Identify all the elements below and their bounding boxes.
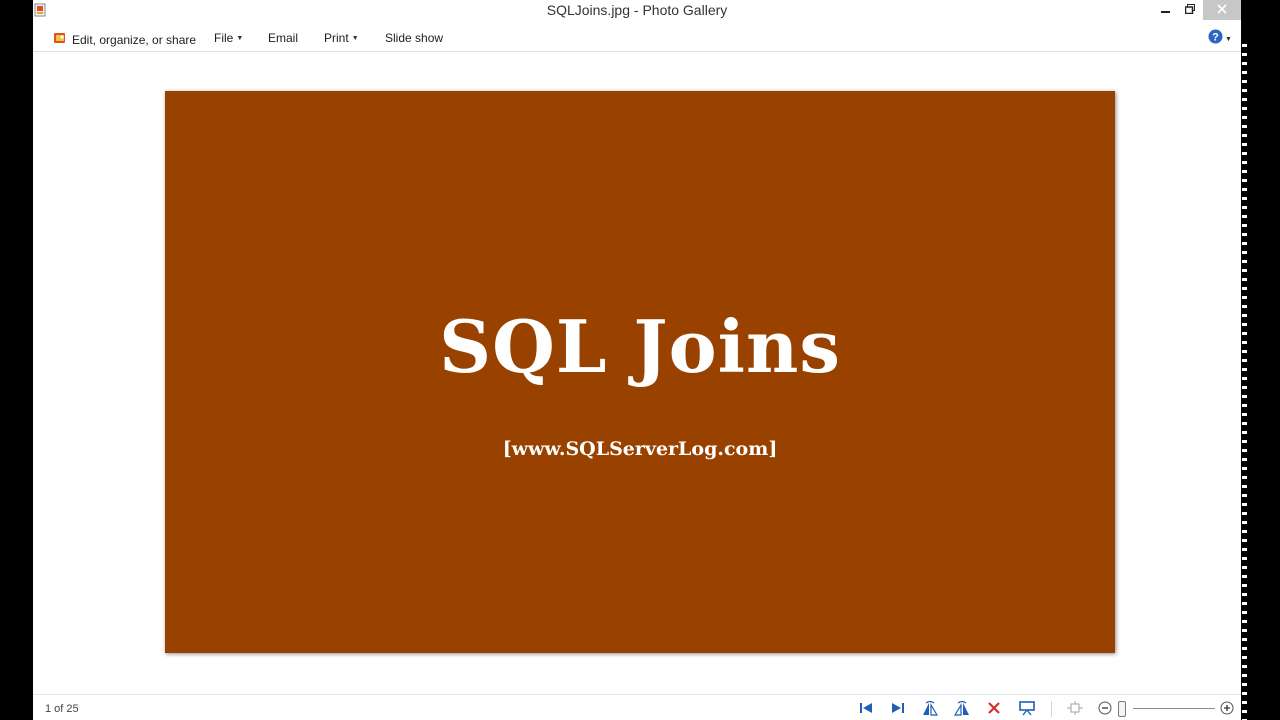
photo-gallery-window: SQLJoins.jpg - Photo Gallery Edit, organ… [33, 0, 1241, 720]
photo-position-counter: 1 of 25 [45, 703, 79, 715]
rotate-left-icon[interactable] [921, 699, 939, 717]
zoom-in-icon[interactable] [1218, 699, 1236, 717]
restore-button[interactable] [1179, 0, 1201, 20]
menu-bar: Edit, organize, or share File ▼ Email Pr… [33, 24, 1241, 52]
restore-icon [1184, 1, 1195, 19]
caret-down-icon: ▼ [351, 34, 359, 42]
caret-down-icon: ▼ [1225, 35, 1232, 43]
separator [1051, 701, 1052, 717]
actual-size-icon[interactable] [1066, 699, 1084, 717]
menu-edit-organize-share[interactable]: Edit, organize, or share [53, 31, 196, 48]
close-icon [1217, 1, 1227, 19]
screen: SQLJoins.jpg - Photo Gallery Edit, organ… [0, 0, 1280, 720]
minimize-icon [1161, 1, 1171, 19]
menu-email-label: Email [268, 31, 299, 45]
menu-edit-label: Edit, organize, or share [72, 32, 197, 47]
zoom-slider-track[interactable] [1133, 708, 1215, 709]
svg-text:?: ? [1212, 32, 1219, 44]
menu-slide-show-label: Slide show [385, 31, 444, 45]
title-bar[interactable]: SQLJoins.jpg - Photo Gallery [33, 0, 1241, 22]
photo-title-text: SQL Joins [439, 304, 841, 389]
window-title: SQLJoins.jpg - Photo Gallery [546, 2, 728, 18]
previous-icon[interactable] [857, 699, 875, 717]
menu-print-label: Print [324, 31, 349, 45]
screen-edge-pattern [1242, 44, 1247, 720]
help-icon: ? [1208, 29, 1223, 49]
status-bar: 1 of 25 [33, 694, 1241, 720]
menu-email[interactable]: Email [268, 31, 298, 45]
minimize-button[interactable] [1153, 0, 1179, 20]
photo-gallery-icon [53, 31, 67, 48]
delete-icon[interactable] [985, 699, 1003, 717]
next-icon[interactable] [889, 699, 907, 717]
photo-subtitle-text: [www.SQLServerLog.com] [502, 438, 778, 460]
zoom-slider-thumb[interactable] [1118, 701, 1126, 717]
menu-file-label: File [214, 31, 234, 45]
menu-print[interactable]: Print ▼ [324, 31, 359, 45]
rotate-right-icon[interactable] [953, 699, 971, 717]
close-button[interactable] [1203, 0, 1241, 20]
zoom-out-icon[interactable] [1096, 699, 1114, 717]
menu-slide-show[interactable]: Slide show [385, 31, 443, 45]
menu-file[interactable]: File ▼ [214, 31, 243, 45]
slideshow-icon[interactable] [1018, 699, 1036, 717]
caret-down-icon: ▼ [236, 34, 244, 42]
photo-display[interactable]: SQL Joins [www.SQLServerLog.com] [165, 91, 1115, 653]
help-button[interactable]: ? ▼ [1208, 29, 1232, 49]
